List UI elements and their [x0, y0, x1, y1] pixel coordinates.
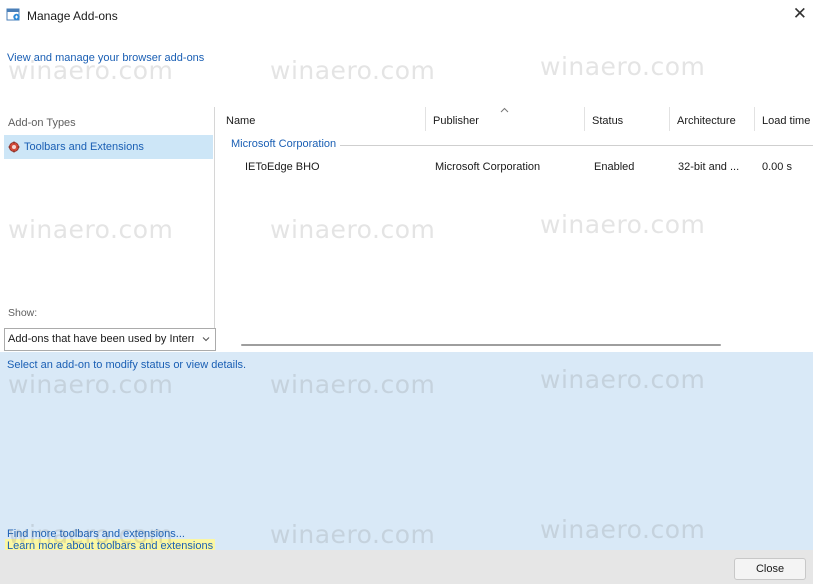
app-window-icon — [6, 8, 20, 21]
addon-type-label: Toolbars and Extensions — [24, 141, 144, 153]
watermark-text: winaero.com — [270, 56, 436, 85]
addon-type-toolbars-extensions[interactable]: Toolbars and Extensions — [4, 135, 213, 159]
show-label: Show: — [8, 307, 38, 319]
details-prompt: Select an add-on to modify status or vie… — [7, 359, 247, 371]
close-button[interactable]: Close — [734, 558, 806, 580]
addon-list: Name Publisher Status Architecture Load … — [219, 107, 813, 350]
sort-arrow-icon — [500, 107, 509, 113]
column-header-architecture[interactable]: Architecture — [670, 107, 755, 131]
column-header-publisher[interactable]: Publisher — [426, 107, 585, 131]
addon-types-header: Add-on Types — [8, 117, 76, 129]
addon-types-panel: Add-on Types Toolbars and Extensions Sho… — [4, 107, 216, 351]
column-header-status[interactable]: Status — [585, 107, 670, 131]
cell-name: IEToEdge BHO — [245, 161, 320, 173]
window-title: Manage Add-ons — [27, 9, 118, 23]
cell-load-time: 0.00 s — [762, 161, 792, 173]
column-header-load-time[interactable]: Load time — [755, 107, 813, 131]
chevron-down-icon — [202, 337, 210, 342]
window-close-icon[interactable]: ✕ — [793, 5, 807, 23]
footer-bar — [0, 550, 813, 584]
group-header-publisher: Microsoft Corporation — [231, 138, 337, 150]
show-filter-value: Add-ons that have been used by Internet … — [8, 333, 194, 345]
group-divider — [340, 145, 813, 146]
show-filter-dropdown[interactable]: Add-ons that have been used by Internet … — [4, 328, 216, 351]
cell-architecture: 32-bit and ... — [678, 161, 740, 173]
cell-status: Enabled — [594, 161, 635, 173]
view-manage-addons-text: View and manage your browser add-ons — [7, 52, 205, 64]
horizontal-scrollbar[interactable] — [241, 344, 721, 346]
watermark-text: winaero.com — [540, 52, 706, 81]
title-bar: Manage Add-ons ✕ — [0, 0, 813, 30]
cell-publisher: Microsoft Corporation — [435, 161, 541, 173]
column-header-name[interactable]: Name — [219, 107, 426, 131]
gear-icon — [8, 141, 20, 153]
table-row[interactable]: IEToEdge BHO Microsoft Corporation Enabl… — [219, 156, 813, 178]
